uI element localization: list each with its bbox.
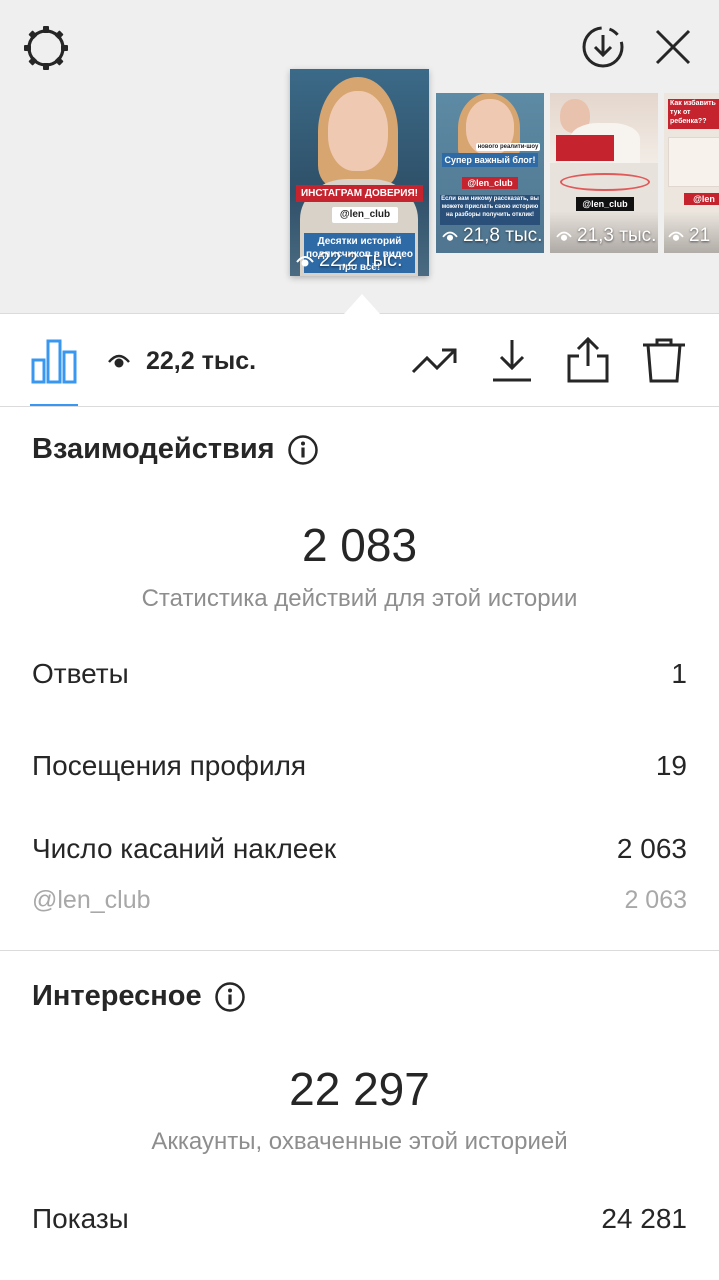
story-view-count: 22,2 тыс. bbox=[296, 249, 403, 272]
active-tab-underline bbox=[30, 404, 78, 406]
story-title-tag: ИНСТАГРАМ ДОВЕРИЯ! bbox=[296, 185, 423, 202]
story-view-count-value: 21 bbox=[689, 225, 711, 246]
interactions-total: 2 083 bbox=[301, 519, 418, 571]
story-view-count-value: 21,3 тыс. bbox=[577, 225, 657, 246]
impressions-value: 24 281 bbox=[601, 1203, 687, 1234]
interactions-subtitle: Статистика действий для этой истории bbox=[141, 585, 578, 612]
interactions-title: Взаимодействия bbox=[32, 433, 275, 465]
view-count: 22,2 тыс. bbox=[146, 347, 257, 375]
story-thumbnail[interactable]: Как избавить тук от ребенка?? @len 21 bbox=[664, 93, 719, 253]
story-view-count: 21 bbox=[668, 225, 710, 247]
story-view-count: 21,3 тыс. bbox=[556, 225, 656, 247]
bar-chart-icon[interactable] bbox=[30, 338, 78, 384]
close-icon[interactable] bbox=[652, 26, 694, 68]
download-circle-icon[interactable] bbox=[580, 24, 626, 70]
sticker-taps-label: Число касаний наклеек bbox=[32, 833, 337, 864]
eye-icon bbox=[296, 255, 314, 266]
discovery-header: Интересное bbox=[32, 980, 246, 1013]
reach-subtitle: Аккаунты, охваченные этой историей bbox=[151, 1128, 568, 1155]
info-icon[interactable] bbox=[287, 434, 319, 466]
replies-label: Ответы bbox=[32, 658, 129, 689]
profile-visits-value: 19 bbox=[655, 750, 687, 781]
eye-icon bbox=[668, 231, 684, 241]
trash-icon[interactable] bbox=[640, 336, 688, 384]
story-title-tag: Как избавить тук от ребенка?? bbox=[668, 99, 719, 129]
impressions-label: Показы bbox=[32, 1203, 129, 1234]
profile-visits-label: Посещения профиля bbox=[32, 750, 307, 781]
reach-total: 22 297 bbox=[289, 1063, 430, 1115]
story-title-tag: Супер важный блог! bbox=[442, 153, 538, 167]
sticker-taps-value: 2 063 bbox=[616, 833, 687, 864]
eye-icon bbox=[442, 231, 458, 241]
story-view-count-value: 22,2 тыс. bbox=[319, 249, 403, 271]
sticker-handle-label: @len_club bbox=[32, 886, 151, 914]
story-view-count: 21,8 тыс. bbox=[442, 225, 542, 247]
story-thumbnail[interactable]: нового реалити-шоу Супер важный блог! @l… bbox=[436, 93, 544, 253]
story-toolbar: 22,2 тыс. bbox=[0, 314, 719, 407]
story-red-text-block bbox=[556, 135, 614, 161]
section-divider bbox=[0, 950, 719, 951]
trending-icon[interactable] bbox=[410, 336, 458, 384]
story-handle-tag: @len bbox=[684, 193, 719, 205]
story-caption: Если вам никому рассказать, вы можете пр… bbox=[440, 195, 540, 225]
story-handle-tag: @len_club bbox=[332, 207, 398, 223]
story-handle-tag: @len_club bbox=[576, 197, 634, 211]
eye-icon bbox=[108, 354, 130, 368]
story-handle-tag: @len_club bbox=[462, 177, 518, 189]
story-carousel-area: ИНСТАГРАМ ДОВЕРИЯ! @len_club Десятки ист… bbox=[0, 0, 719, 314]
story-thumbnail-selected[interactable]: ИНСТАГРАМ ДОВЕРИЯ! @len_club Десятки ист… bbox=[290, 69, 429, 276]
info-icon[interactable] bbox=[214, 981, 246, 1013]
story-text-block bbox=[668, 137, 719, 187]
gear-icon[interactable] bbox=[22, 24, 70, 72]
replies-value: 1 bbox=[671, 658, 687, 689]
story-face bbox=[328, 91, 388, 171]
story-thumbnail[interactable]: @len_club 21,3 тыс. bbox=[550, 93, 658, 253]
interactions-header: Взаимодействия bbox=[32, 433, 319, 466]
story-circle-mark bbox=[560, 173, 650, 191]
discovery-title: Интересное bbox=[32, 980, 202, 1012]
story-top-note: нового реалити-шоу bbox=[476, 143, 540, 151]
download-icon[interactable] bbox=[488, 336, 536, 384]
share-icon[interactable] bbox=[564, 336, 612, 384]
sticker-handle-value: 2 063 bbox=[624, 886, 687, 914]
story-view-count-value: 21,8 тыс. bbox=[463, 225, 543, 246]
selected-story-pointer bbox=[344, 294, 380, 314]
eye-icon bbox=[556, 231, 572, 241]
